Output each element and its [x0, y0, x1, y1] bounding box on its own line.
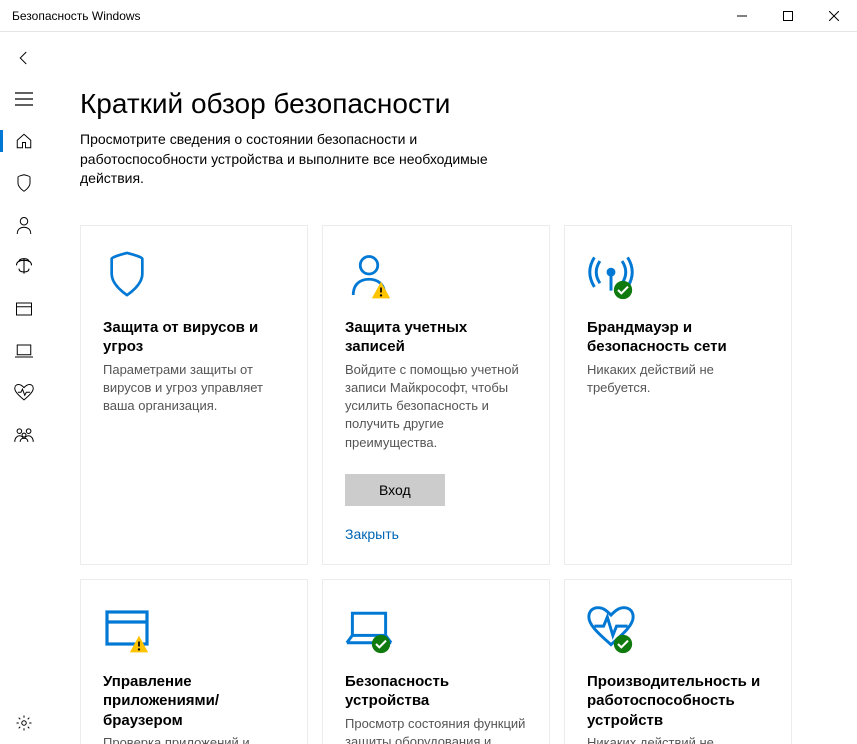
sidebar-item-home[interactable] — [0, 120, 48, 162]
card-title: Защита учетных записей — [345, 318, 527, 357]
card-title: Производительность и работоспособность у… — [587, 672, 769, 731]
card-desc: Войдите с помощью учетной записи Майкрос… — [345, 361, 527, 452]
card-health[interactable]: Производительность и работоспособность у… — [564, 579, 792, 744]
card-desc: Никаких действий не требуется. — [587, 734, 769, 744]
card-title: Безопасность устройства — [345, 672, 527, 711]
window-title: Безопасность Windows — [0, 9, 719, 23]
card-title: Брандмауэр и безопасность сети — [587, 318, 769, 357]
sidebar-item-health[interactable] — [0, 372, 48, 414]
sidebar-item-settings[interactable] — [0, 702, 48, 744]
window-controls — [719, 0, 857, 32]
content-area: Краткий обзор безопасности Просмотрите с… — [48, 32, 857, 744]
shield-icon — [103, 250, 151, 298]
page-subtitle: Просмотрите сведения о состоянии безопас… — [80, 130, 510, 189]
sidebar-item-firewall[interactable] — [0, 246, 48, 288]
sign-in-button[interactable]: Вход — [345, 474, 445, 506]
card-desc: Просмотр состояния функций защиты оборуд… — [345, 715, 527, 744]
sidebar-item-family[interactable] — [0, 414, 48, 456]
card-device[interactable]: Безопасность устройства Просмотр состоян… — [322, 579, 550, 744]
antenna-icon — [587, 250, 635, 298]
sidebar-item-device[interactable] — [0, 330, 48, 372]
cards-grid: Защита от вирусов и угроз Параметрами за… — [80, 225, 833, 744]
menu-button[interactable] — [0, 78, 48, 120]
card-virus[interactable]: Защита от вирусов и угроз Параметрами за… — [80, 225, 308, 565]
close-button[interactable] — [811, 0, 857, 32]
dismiss-link[interactable]: Закрыть — [345, 526, 399, 542]
person-icon — [345, 250, 393, 298]
card-desc: Проверка приложений и файлов отключена. … — [103, 734, 285, 744]
card-firewall[interactable]: Брандмауэр и безопасность сети Никаких д… — [564, 225, 792, 565]
card-desc: Параметрами защиты от вирусов и угроз уп… — [103, 361, 285, 416]
title-bar: Безопасность Windows — [0, 0, 857, 32]
sidebar — [0, 32, 48, 744]
sidebar-item-account[interactable] — [0, 204, 48, 246]
window-icon — [103, 604, 151, 652]
sidebar-item-virus[interactable] — [0, 162, 48, 204]
card-app-browser[interactable]: Управление приложениями/браузером Провер… — [80, 579, 308, 744]
warning-badge-icon — [129, 634, 149, 654]
warning-badge-icon — [371, 280, 391, 300]
card-title: Управление приложениями/браузером — [103, 672, 285, 731]
back-button[interactable] — [0, 38, 48, 78]
ok-badge-icon — [371, 634, 391, 654]
card-account[interactable]: Защита учетных записей Войдите с помощью… — [322, 225, 550, 565]
minimize-button[interactable] — [719, 0, 765, 32]
ok-badge-icon — [613, 634, 633, 654]
sidebar-item-app-browser[interactable] — [0, 288, 48, 330]
laptop-icon — [345, 604, 393, 652]
card-desc: Никаких действий не требуется. — [587, 361, 769, 397]
ok-badge-icon — [613, 280, 633, 300]
maximize-button[interactable] — [765, 0, 811, 32]
page-title: Краткий обзор безопасности — [80, 88, 833, 120]
card-title: Защита от вирусов и угроз — [103, 318, 285, 357]
heart-pulse-icon — [587, 604, 635, 652]
